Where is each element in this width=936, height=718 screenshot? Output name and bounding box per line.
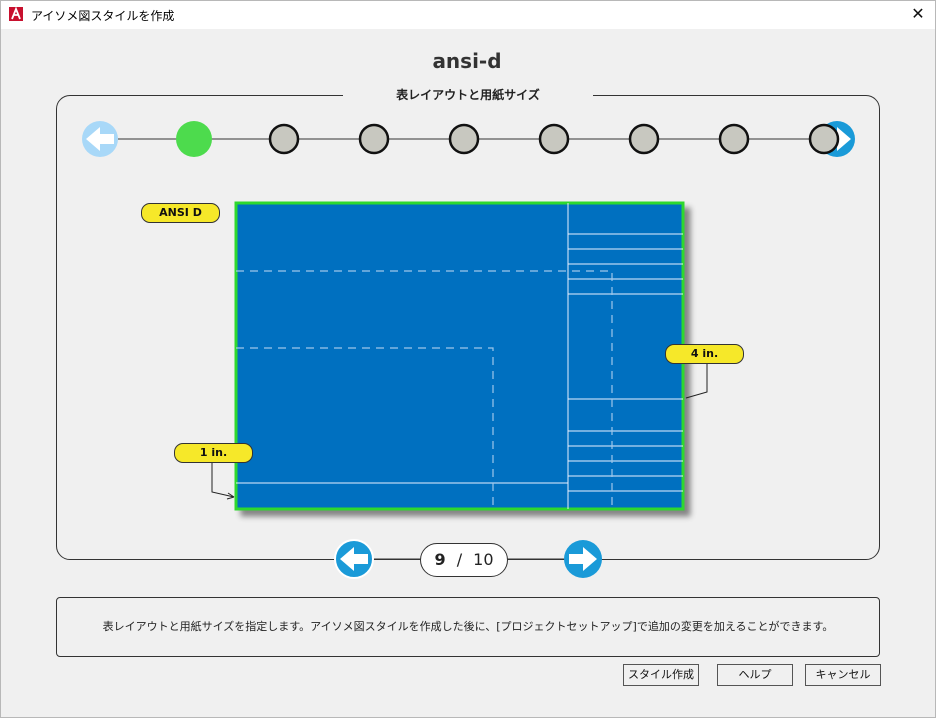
step-dot-active[interactable] <box>176 121 212 157</box>
right-dimension-label: 4 in. <box>665 344 744 364</box>
step-dot[interactable] <box>358 123 390 155</box>
description-box: 表レイアウトと用紙サイズを指定します。アイソメ図スタイルを作成した後に、[プロジ… <box>56 597 880 657</box>
step-dot[interactable] <box>268 123 300 155</box>
step-dot[interactable] <box>718 123 750 155</box>
close-button[interactable]: ✕ <box>901 1 935 29</box>
left-dimension-label: 1 in. <box>174 443 253 463</box>
cancel-button[interactable]: キャンセル <box>805 664 881 686</box>
autocad-logo-icon <box>9 7 23 21</box>
step-back-arrow-icon[interactable] <box>82 121 118 157</box>
current-page-number: 9 <box>434 550 446 569</box>
page-separator: / <box>456 550 463 569</box>
previous-page-arrow-icon[interactable] <box>334 539 374 579</box>
step-dot[interactable] <box>448 123 480 155</box>
step-dot[interactable] <box>538 123 570 155</box>
create-style-button[interactable]: スタイル作成 <box>623 664 699 686</box>
panel-legend: 表レイアウトと用紙サイズ <box>343 86 593 103</box>
help-button[interactable]: ヘルプ <box>717 664 793 686</box>
step-dot[interactable] <box>628 123 660 155</box>
total-page-count: 10 <box>473 550 494 569</box>
step-dot[interactable] <box>808 123 840 155</box>
sheet-preview <box>234 201 685 511</box>
page-indicator: 9 / 10 <box>420 543 508 577</box>
window-title: アイソメ図スタイルを作成 <box>31 9 175 23</box>
next-page-arrow-icon[interactable] <box>564 540 602 578</box>
sheet-size-label: ANSI D <box>141 203 220 223</box>
title-bar: アイソメ図スタイルを作成 ✕ <box>1 1 935 29</box>
style-name-heading: ansi-d <box>432 49 502 73</box>
